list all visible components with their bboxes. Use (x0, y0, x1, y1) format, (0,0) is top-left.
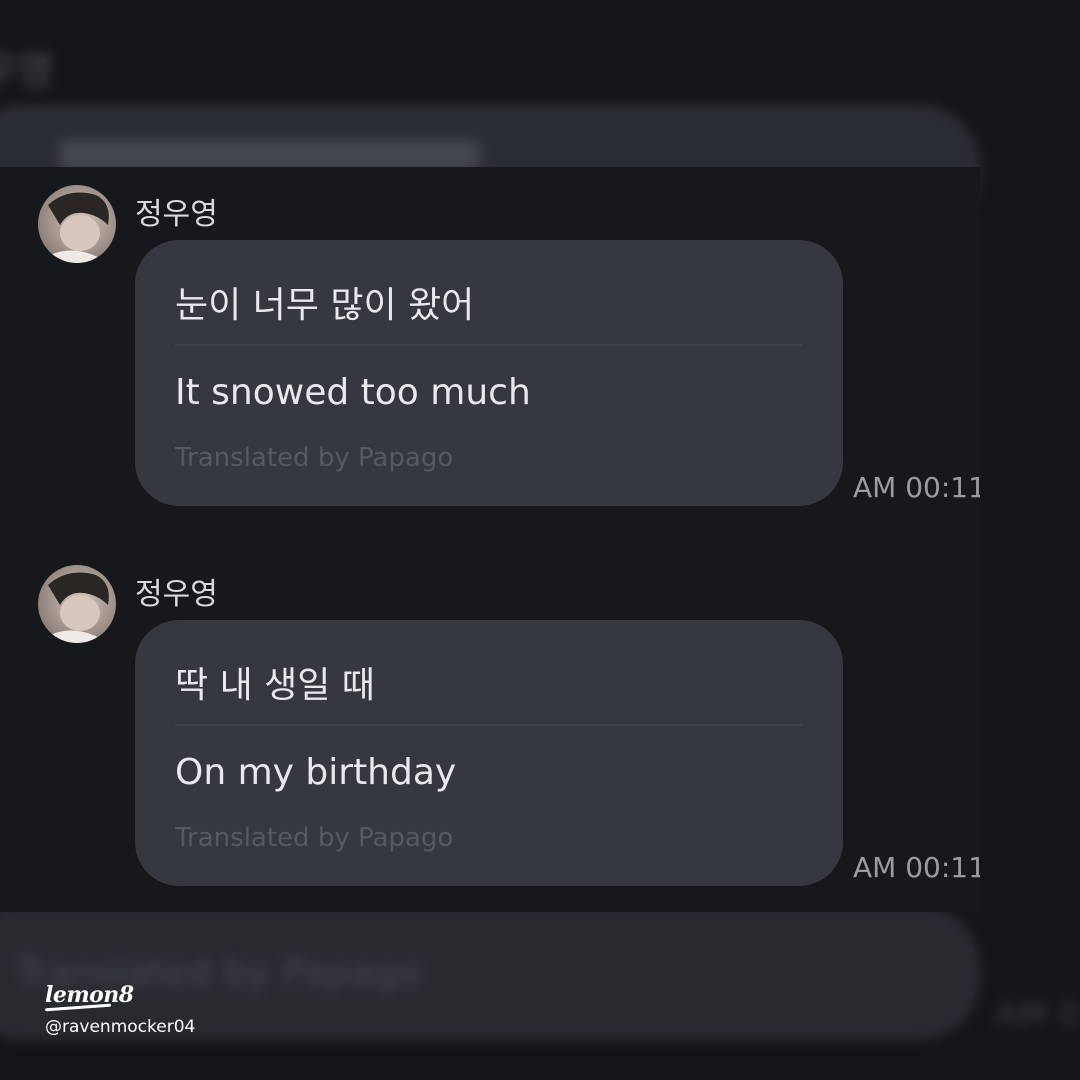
chat-crop: 정우영 눈이 너무 많이 왔어 It snowed too much Trans… (0, 167, 980, 912)
background-timestamp: AM 0 (995, 995, 1080, 1035)
sender-name: 정우영 (135, 197, 218, 232)
chat-message: 정우영 눈이 너무 많이 왔어 It snowed too much Trans… (0, 167, 980, 527)
message-timestamp: AM 00:11 (853, 471, 980, 504)
avatar[interactable] (38, 565, 116, 643)
sender-name: 정우영 (135, 577, 218, 612)
avatar-photo-icon (38, 192, 109, 263)
watermark-handle: @ravenmocker04 (45, 1017, 196, 1037)
chat-message: 정우영 딱 내 생일 때 On my birthday Translated b… (0, 547, 980, 907)
avatar[interactable] (38, 185, 116, 263)
lemon8-watermark: lemon8 @ravenmocker04 (44, 982, 196, 1037)
translation-credit: Translated by Papago (175, 823, 454, 853)
lemon8-logo: lemon8 (45, 982, 134, 1008)
original-message-text: 눈이 너무 많이 왔어 (175, 285, 475, 326)
screenshot-stage: 우영 Translated by Papago AM 0 정우영 눈이 너무 많… (0, 0, 1080, 1080)
message-bubble[interactable]: 눈이 너무 많이 왔어 It snowed too much Translate… (135, 240, 843, 506)
translation-divider (175, 344, 803, 346)
translation-divider (175, 724, 803, 726)
translated-message-text: On my birthday (175, 752, 457, 793)
avatar-photo-icon (38, 572, 109, 643)
message-bubble[interactable]: 딱 내 생일 때 On my birthday Translated by Pa… (135, 620, 843, 886)
translation-credit: Translated by Papago (175, 443, 454, 473)
background-message-text-blur (60, 140, 480, 170)
background-sender-name: 우영 (0, 48, 54, 94)
translated-message-text: It snowed too much (175, 372, 531, 413)
message-timestamp: AM 00:11 (853, 851, 980, 884)
original-message-text: 딱 내 생일 때 (175, 665, 375, 706)
